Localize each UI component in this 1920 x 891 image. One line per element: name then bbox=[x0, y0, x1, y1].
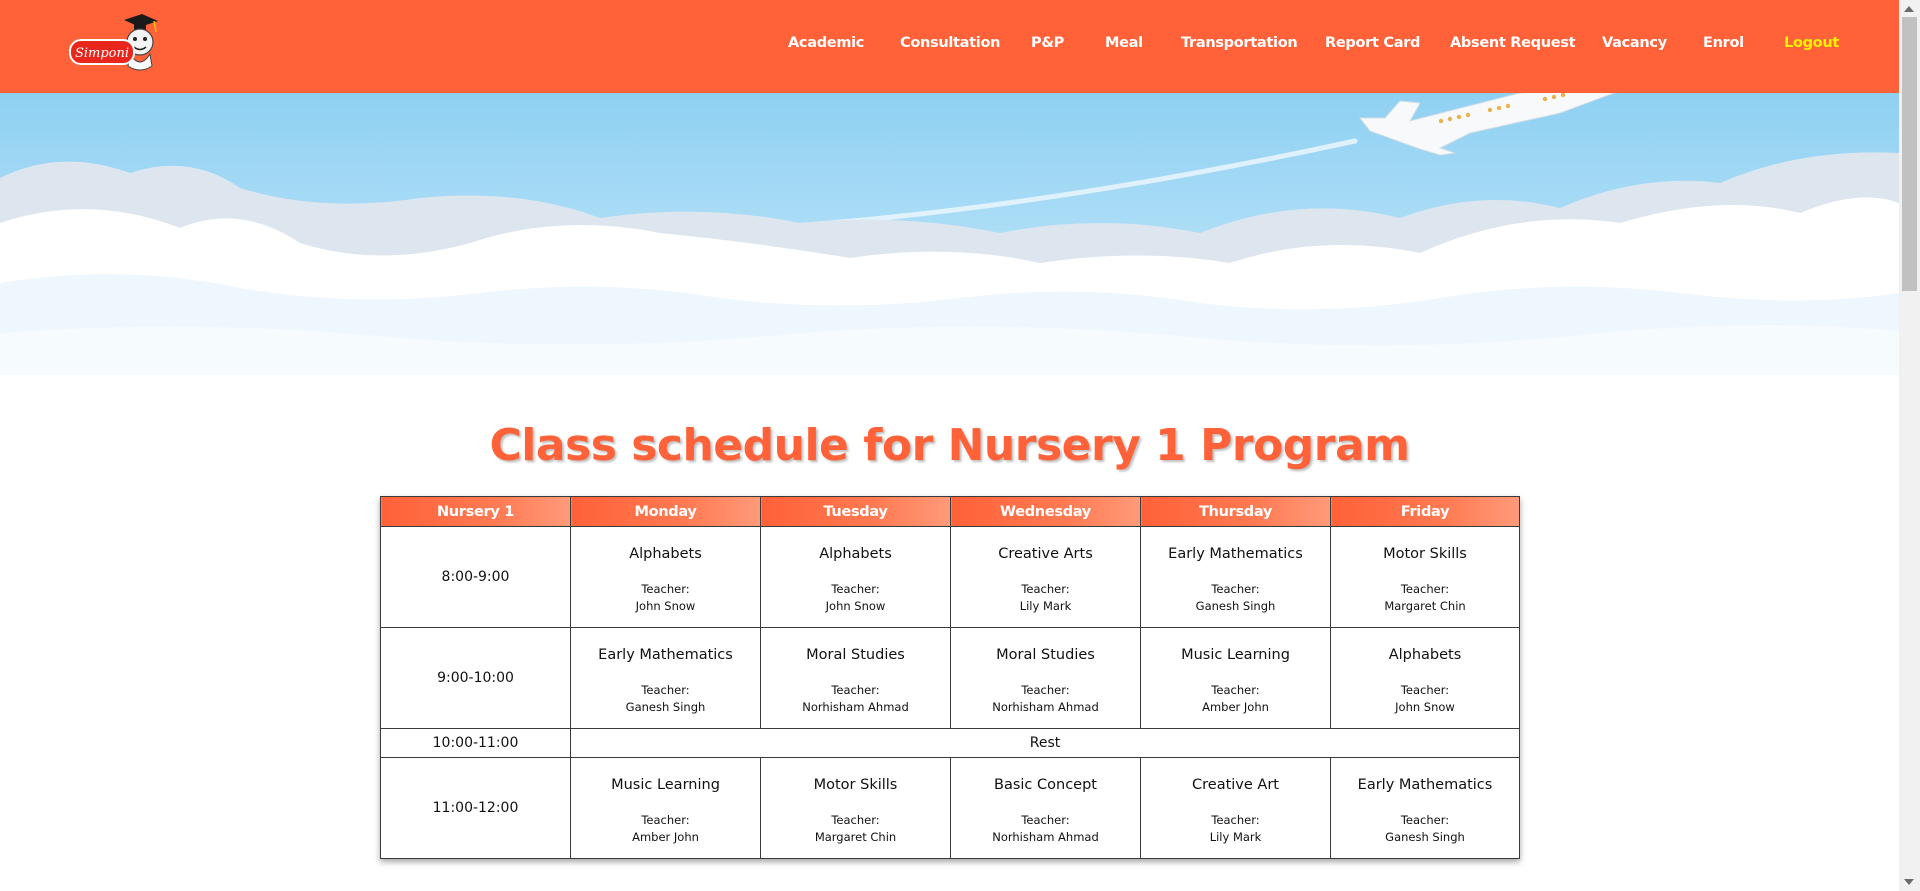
teacher-label: Teacher: bbox=[1400, 581, 1450, 596]
teacher-name: Norhisham Ahmad bbox=[992, 829, 1099, 844]
teacher-label: Teacher: bbox=[1021, 812, 1070, 827]
schedule-cell: Moral Studies Teacher: Norhisham Ahmad bbox=[950, 627, 1141, 729]
nav-meal[interactable]: Meal bbox=[1105, 35, 1143, 51]
teacher-name: Lily Mark bbox=[1209, 829, 1262, 844]
header-friday: Friday bbox=[1330, 496, 1520, 527]
nav-academic[interactable]: Academic bbox=[788, 35, 864, 51]
teacher-name: Norhisham Ahmad bbox=[992, 699, 1099, 714]
nav-p-and-p[interactable]: P&P bbox=[1031, 35, 1064, 51]
nav-consultation[interactable]: Consultation bbox=[900, 35, 1000, 51]
teacher-name: Ganesh Singh bbox=[1195, 598, 1276, 613]
schedule-cell: Motor Skills Teacher: Margaret Chin bbox=[760, 757, 951, 859]
teacher-name: Margaret Chin bbox=[814, 829, 897, 844]
schedule-cell: Creative Arts Teacher: Lily Mark bbox=[950, 526, 1141, 628]
teacher-name: Lily Mark bbox=[1019, 598, 1072, 613]
teacher-name: Amber John bbox=[632, 829, 699, 844]
teacher-label: Teacher: bbox=[1211, 682, 1260, 697]
header-class: Nursery 1 bbox=[380, 496, 571, 527]
schedule-cell: Music Learning Teacher: Amber John bbox=[1140, 627, 1331, 729]
subject-name: Moral Studies bbox=[806, 646, 905, 663]
schedule-cell: Alphabets Teacher: John Snow bbox=[1330, 627, 1520, 729]
teacher-label: Teacher: bbox=[1211, 581, 1260, 596]
nav-report-card[interactable]: Report Card bbox=[1325, 35, 1420, 51]
subject-name: Early Mathematics bbox=[598, 646, 733, 663]
class-schedule-table: Nursery 1 Monday Tuesday Wednesday Thurs… bbox=[380, 496, 1520, 859]
subject-name: Moral Studies bbox=[996, 646, 1095, 663]
subject-name: Early Mathematics bbox=[1168, 545, 1303, 562]
teacher-name: Margaret Chin bbox=[1384, 598, 1466, 613]
schedule-cell: Motor Skills Teacher: Margaret Chin bbox=[1330, 526, 1520, 628]
table-header-row: Nursery 1 Monday Tuesday Wednesday Thurs… bbox=[380, 496, 1520, 527]
schedule-cell: Early Mathematics Teacher: Ganesh Singh bbox=[1330, 757, 1520, 859]
table-row-rest: 10:00-11:00 Rest bbox=[380, 728, 1520, 758]
page-title: Class schedule for Nursery 1 Program bbox=[489, 420, 1410, 471]
table-row: 11:00-12:00 Music Learning Teacher: Amber … bbox=[380, 757, 1520, 859]
header-tuesday: Tuesday bbox=[760, 496, 951, 527]
sky-clouds-airplane-illustration bbox=[0, 93, 1899, 375]
subject-name: Motor Skills bbox=[813, 776, 898, 793]
subject-name: Early Mathematics bbox=[1357, 776, 1493, 793]
teacher-name: John Snow bbox=[1395, 699, 1455, 714]
subject-name: Creative Arts bbox=[998, 545, 1093, 562]
teacher-label: Teacher: bbox=[1021, 682, 1070, 697]
site-header: Simponi Academic Consultation P&P Meal T… bbox=[0, 0, 1899, 93]
nav-enrol[interactable]: Enrol bbox=[1703, 35, 1744, 51]
subject-name: Alphabets bbox=[819, 545, 892, 562]
subject-name: Alphabets bbox=[629, 545, 702, 562]
rest-cell: Rest bbox=[570, 728, 1520, 758]
teacher-label: Teacher: bbox=[831, 682, 880, 697]
schedule-cell: Music Learning Teacher: Amber John bbox=[570, 757, 761, 859]
schedule-cell: Alphabets Teacher: John Snow bbox=[760, 526, 951, 628]
teacher-name: Ganesh Singh bbox=[1385, 829, 1465, 844]
schedule-cell: Alphabets Teacher: John Snow bbox=[570, 526, 761, 628]
nav-vacancy[interactable]: Vacancy bbox=[1602, 35, 1667, 51]
subject-name: Motor Skills bbox=[1383, 545, 1467, 562]
page-scrollbar[interactable] bbox=[1899, 0, 1920, 891]
teacher-name: John Snow bbox=[825, 598, 886, 613]
header-monday: Monday bbox=[570, 496, 761, 527]
teacher-label: Teacher: bbox=[1211, 812, 1260, 827]
subject-name: Creative Art bbox=[1192, 776, 1279, 793]
teacher-label: Teacher: bbox=[1400, 812, 1450, 827]
teacher-label: Teacher: bbox=[831, 812, 880, 827]
table-row: 8:00-9:00 Alphabets Teacher: John Snow Alp… bbox=[380, 526, 1520, 628]
scrollbar-thumb[interactable] bbox=[1902, 17, 1917, 291]
subject-name: Music Learning bbox=[1181, 646, 1290, 663]
scroll-down-arrow-icon[interactable] bbox=[1904, 879, 1914, 885]
schedule-cell: Moral Studies Teacher: Norhisham Ahmad bbox=[760, 627, 951, 729]
header-thursday: Thursday bbox=[1140, 496, 1331, 527]
teacher-name: Norhisham Ahmad bbox=[802, 699, 909, 714]
time-slot: 9:00-10:00 bbox=[380, 627, 571, 729]
schedule-cell: Early Mathematics Teacher: Ganesh Singh bbox=[570, 627, 761, 729]
teacher-name: John Snow bbox=[635, 598, 696, 613]
teacher-label: Teacher: bbox=[641, 812, 690, 827]
teacher-label: Teacher: bbox=[831, 581, 880, 596]
nav-logout[interactable]: Logout bbox=[1784, 35, 1839, 51]
teacher-label: Teacher: bbox=[641, 682, 690, 697]
time-slot: 11:00-12:00 bbox=[380, 757, 571, 859]
teacher-label: Teacher: bbox=[641, 581, 690, 596]
time-slot: 8:00-9:00 bbox=[380, 526, 571, 628]
teacher-name: Amber John bbox=[1202, 699, 1269, 714]
subject-name: Alphabets bbox=[1388, 646, 1462, 663]
time-slot: 10:00-11:00 bbox=[380, 728, 571, 758]
main-nav: Academic Consultation P&P Meal Transport… bbox=[0, 0, 1899, 93]
schedule-cell: Early Mathematics Teacher: Ganesh Singh bbox=[1140, 526, 1331, 628]
nav-absent-request[interactable]: Absent Request bbox=[1450, 35, 1576, 51]
teacher-label: Teacher: bbox=[1021, 581, 1070, 596]
teacher-name: Ganesh Singh bbox=[625, 699, 706, 714]
subject-name: Music Learning bbox=[611, 776, 720, 793]
table-row: 9:00-10:00 Early Mathematics Teacher: Gane… bbox=[380, 627, 1520, 729]
subject-name: Basic Concept bbox=[994, 776, 1097, 793]
header-wednesday: Wednesday bbox=[950, 496, 1141, 527]
nav-transportation[interactable]: Transportation bbox=[1181, 35, 1298, 51]
schedule-cell: Creative Art Teacher: Lily Mark bbox=[1140, 757, 1331, 859]
teacher-label: Teacher: bbox=[1400, 682, 1450, 697]
hero-banner bbox=[0, 93, 1899, 375]
scroll-up-arrow-icon[interactable] bbox=[1904, 6, 1914, 12]
schedule-cell: Basic Concept Teacher: Norhisham Ahmad bbox=[950, 757, 1141, 859]
